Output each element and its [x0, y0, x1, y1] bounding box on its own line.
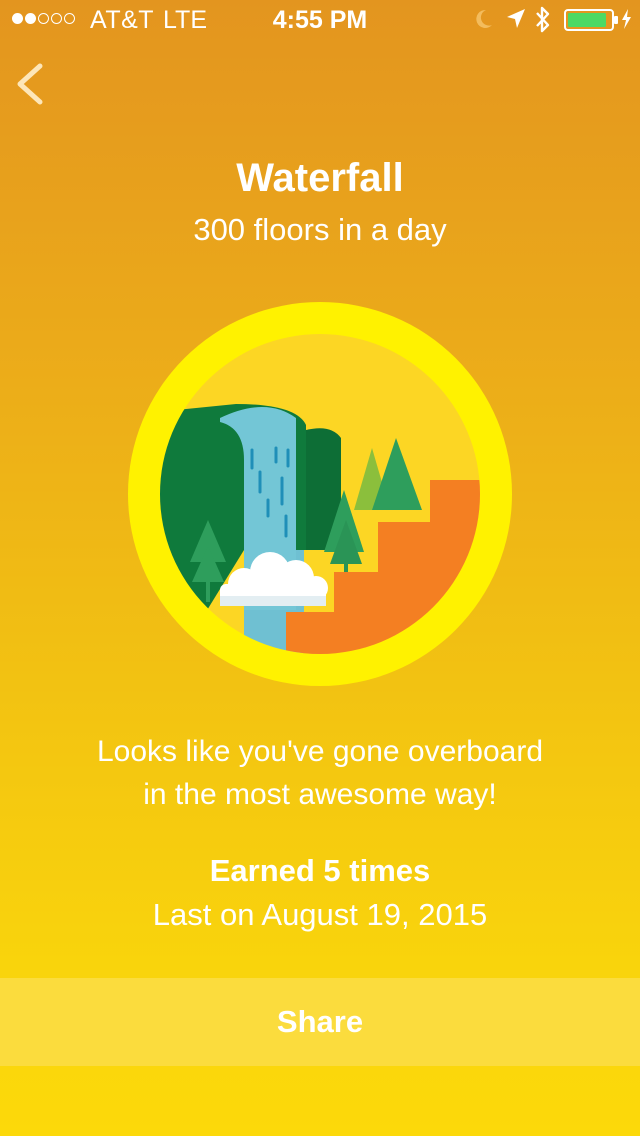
- charging-bolt-icon: [622, 9, 631, 29]
- earned-count: Earned 5 times: [209, 853, 431, 888]
- bluetooth-icon: [536, 6, 550, 33]
- back-button[interactable]: [10, 58, 54, 110]
- message-line-2: in the most awesome way!: [143, 778, 497, 811]
- share-button[interactable]: Share: [0, 978, 640, 1066]
- last-earned-date: Last on August 19, 2015: [152, 897, 488, 932]
- badge-title: Waterfall: [236, 156, 404, 200]
- moon-icon: [476, 9, 492, 28]
- badge-message: Looks like you've gone overboard in the …: [40, 730, 600, 816]
- share-label: Share: [276, 1004, 364, 1039]
- waterfall-badge-icon: [128, 302, 512, 686]
- message-line-1: Looks like you've gone overboard: [96, 735, 543, 768]
- battery-icon: [564, 9, 618, 31]
- location-arrow-icon: [507, 9, 525, 28]
- status-bar: AT&T LTE 4:55 PM: [0, 0, 640, 40]
- badge-subtitle: 300 floors in a day: [193, 212, 447, 247]
- chevron-left-icon: [17, 63, 43, 105]
